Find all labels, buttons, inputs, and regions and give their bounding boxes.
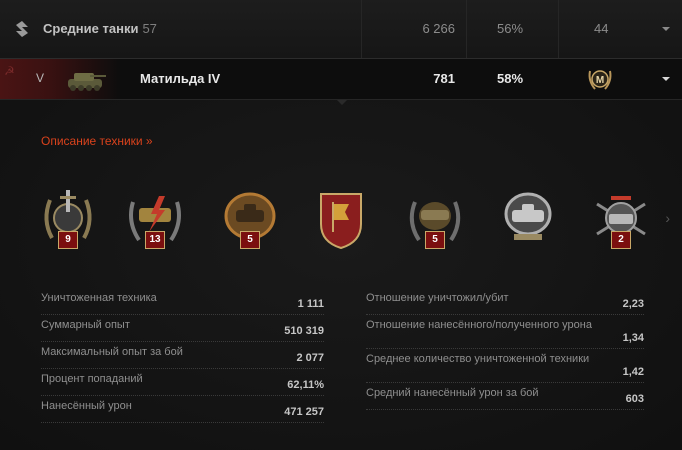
stats-left-column: Уничтоженная техника 1 111 Суммарный опы… <box>41 288 324 423</box>
stat-label: Максимальный опыт за бой <box>41 346 183 358</box>
medal-item[interactable]: 9 <box>38 186 98 252</box>
stat-value: 1,34 <box>622 332 644 344</box>
medal-item[interactable]: 5 <box>405 186 465 252</box>
tank-battles: 781 <box>433 71 455 86</box>
panel-pointer <box>337 100 347 105</box>
stat-value: 471 257 <box>284 406 324 418</box>
tank-tier: V <box>36 71 45 85</box>
chevron-right-icon[interactable]: › <box>665 210 670 226</box>
tank-win-rate: 58% <box>497 71 524 86</box>
medal-item[interactable]: 13 <box>125 186 185 252</box>
stat-row: Нанесённый урон 471 257 <box>41 396 324 423</box>
mastery-badge-icon: M <box>588 70 612 90</box>
chevron-down-icon[interactable] <box>662 77 670 81</box>
ussr-hammer-sickle-icon: ☭ <box>4 64 15 78</box>
stat-label: Нанесённый урон <box>41 400 132 412</box>
stat-row: Среднее количество уничтоженной техники … <box>366 349 644 383</box>
stat-label: Среднее количество уничтоженной техники <box>366 353 590 365</box>
medal-count-badge: 5 <box>240 231 260 249</box>
mastery-badge-letter: M <box>596 75 604 86</box>
stat-label: Отношение уничтожил/убит <box>366 292 509 304</box>
stat-value: 1 111 <box>297 298 324 310</box>
category-battles: 6 266 <box>422 21 455 36</box>
medal-count-badge: 2 <box>611 231 631 249</box>
medal-red-banner-shield-icon <box>320 193 362 250</box>
stat-value: 62,11% <box>287 379 324 391</box>
stat-row: Суммарный опыт 510 319 <box>41 315 324 342</box>
stat-row: Средний нанесённый урон за бой 603 <box>366 383 644 410</box>
medal-silver-tank-icon <box>504 192 552 240</box>
stat-label: Уничтоженная техника <box>41 292 157 304</box>
stat-value: 1,42 <box>622 366 644 378</box>
divider <box>361 0 362 58</box>
stat-value: 510 319 <box>284 325 324 337</box>
chevron-down-icon[interactable] <box>662 27 670 31</box>
stat-label: Отношение нанесённого/полученного урона <box>366 319 592 331</box>
category-count: 57 <box>142 21 157 36</box>
stat-row: Отношение уничтожил/убит 2,23 <box>366 288 644 315</box>
medium-tank-class-icon <box>16 21 28 37</box>
medal-item[interactable] <box>498 186 558 252</box>
stats-right-column: Отношение уничтожил/убит 2,23 Отношение … <box>366 288 644 410</box>
medal-item[interactable]: 5 <box>220 186 280 252</box>
medal-item[interactable] <box>311 186 371 252</box>
stat-value: 603 <box>625 393 644 405</box>
stat-row: Уничтоженная техника 1 111 <box>41 288 324 315</box>
stat-row: Отношение нанесённого/полученного урона … <box>366 315 644 349</box>
category-mastery-count: 44 <box>594 21 609 36</box>
tank-row-matilda-iv[interactable]: ☭ V Матильда IV 781 58% M <box>0 59 682 100</box>
vehicle-description-link[interactable]: Описание техники » <box>41 134 153 148</box>
divider <box>466 0 467 58</box>
medal-count-badge: 5 <box>425 231 445 249</box>
medal-count-badge: 13 <box>145 231 165 249</box>
divider <box>558 0 559 58</box>
tank-name: Матильда IV <box>140 71 221 86</box>
stat-label: Процент попаданий <box>41 373 143 385</box>
stat-value: 2,23 <box>622 298 644 310</box>
category-name: Средние танки 57 <box>43 21 157 36</box>
medal-item[interactable]: 2 <box>591 186 651 252</box>
stat-label: Суммарный опыт <box>41 319 130 331</box>
category-win-rate: 56% <box>497 21 524 36</box>
stat-label: Средний нанесённый урон за бой <box>366 387 539 399</box>
stat-row: Процент попаданий 62,11% <box>41 369 324 396</box>
stat-row: Максимальный опыт за бой 2 077 <box>41 342 324 369</box>
stat-value: 2 077 <box>296 352 324 364</box>
tank-image-icon <box>68 73 106 91</box>
category-row-medium-tanks[interactable]: Средние танки 57 6 266 56% 44 <box>0 0 682 59</box>
medal-count-badge: 9 <box>58 231 78 249</box>
